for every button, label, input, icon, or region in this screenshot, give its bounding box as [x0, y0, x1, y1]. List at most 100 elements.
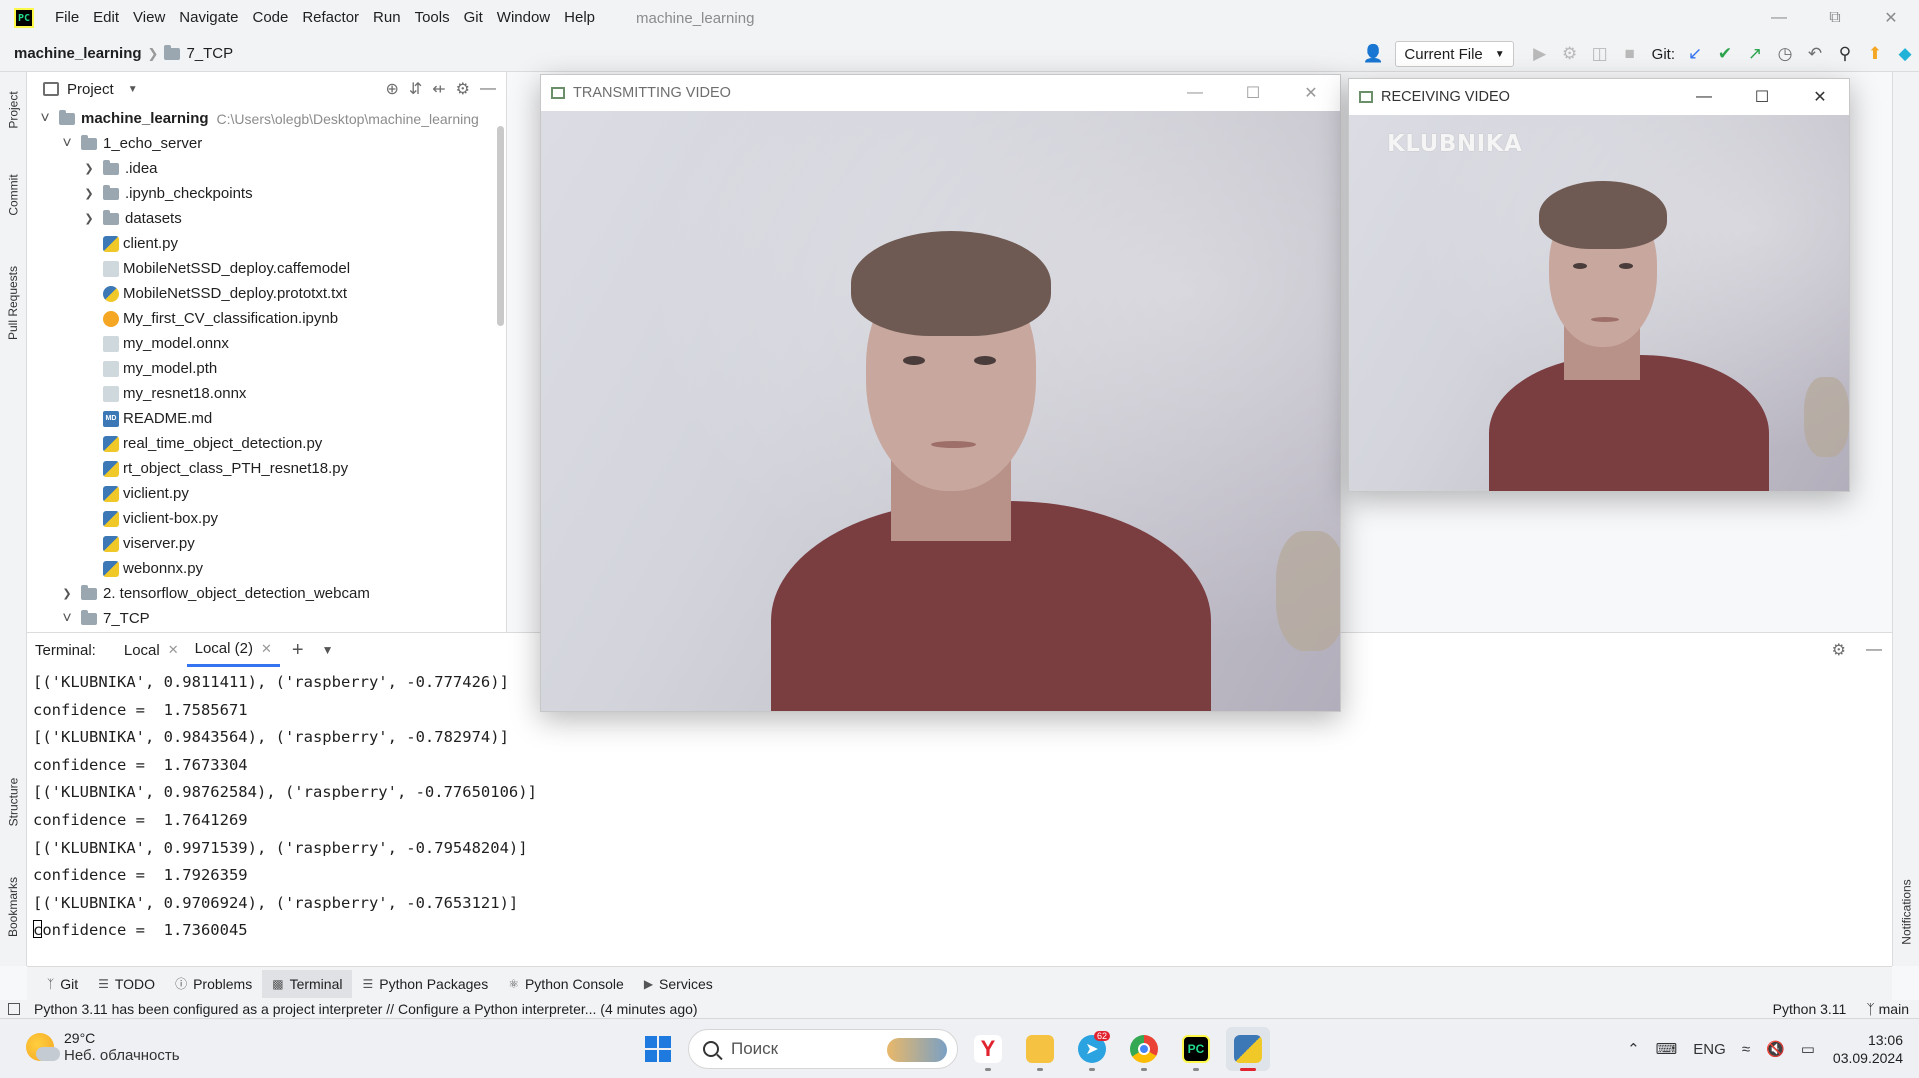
weather-widget[interactable]: 29°C Неб. облачность	[26, 1029, 180, 1065]
git-branch-widget[interactable]: ᛉ main	[1866, 1001, 1909, 1017]
tree-item[interactable]: webonnx.py	[27, 556, 506, 581]
yandex-browser-icon[interactable]: Y	[966, 1027, 1010, 1071]
tool-tab-todo[interactable]: ☰ TODO	[88, 970, 165, 998]
tool-tab-python-packages[interactable]: ☰ Python Packages	[352, 970, 498, 998]
tree-item[interactable]: MD README.md	[27, 406, 506, 431]
tree-item[interactable]: my_resnet18.onnx	[27, 381, 506, 406]
tool-window-notifications[interactable]: Notifications	[1895, 862, 1918, 962]
terminal-tab-local[interactable]: Local ✕	[116, 633, 187, 667]
file-explorer-icon[interactable]	[1018, 1027, 1062, 1071]
chevron-right-icon[interactable]: ❯	[59, 587, 75, 600]
menu-code[interactable]: Code	[245, 0, 295, 36]
receiving-window-titlebar[interactable]: RECEIVING VIDEO — ☐ ✕	[1349, 79, 1849, 115]
debug-icon[interactable]: ⚙	[1556, 40, 1584, 68]
close-icon[interactable]: ✕	[1791, 79, 1849, 115]
tree-item[interactable]: viclient.py	[27, 481, 506, 506]
tool-tab-python-console[interactable]: ⚛ Python Console	[498, 970, 634, 998]
git-update-icon[interactable]: ↙	[1681, 40, 1709, 68]
breadcrumb-root[interactable]: machine_learning	[14, 45, 142, 62]
tool-tab-terminal[interactable]: ▩ Terminal	[262, 969, 353, 998]
tree-item[interactable]: MobileNetSSD_deploy.prototxt.txt	[27, 281, 506, 306]
close-icon[interactable]: ✕	[1863, 0, 1919, 36]
menu-git[interactable]: Git	[457, 0, 490, 36]
tree-item[interactable]: rt_object_class_PTH_resnet18.py	[27, 456, 506, 481]
hide-icon[interactable]: —	[480, 80, 496, 98]
tree-item[interactable]: viserver.py	[27, 531, 506, 556]
minimize-icon[interactable]: —	[1751, 0, 1807, 36]
interpreter-widget[interactable]: Python 3.11	[1773, 1001, 1847, 1017]
expand-all-icon[interactable]: ⇵	[409, 79, 422, 99]
wifi-icon[interactable]: ≈	[1734, 1041, 1758, 1058]
tree-item[interactable]: MobileNetSSD_deploy.caffemodel	[27, 256, 506, 281]
close-icon[interactable]: ✕	[1282, 75, 1340, 111]
tool-window-commit[interactable]: Commit	[2, 160, 25, 230]
close-tab-icon[interactable]: ✕	[261, 641, 272, 657]
menu-window[interactable]: Window	[490, 0, 557, 36]
rollback-icon[interactable]: ↶	[1801, 40, 1829, 68]
transmitting-window-titlebar[interactable]: TRANSMITTING VIDEO — ☐ ✕	[541, 75, 1340, 111]
chevron-right-icon[interactable]: ❯	[81, 212, 97, 225]
tree-item[interactable]: real_time_object_detection.py	[27, 431, 506, 456]
tree-item[interactable]: viclient-box.py	[27, 506, 506, 531]
search-icon[interactable]: ⚲	[1831, 40, 1859, 68]
pycharm-icon[interactable]: PC	[1174, 1027, 1218, 1071]
chevron-down-icon[interactable]: ˅	[37, 110, 53, 128]
taskbar-search[interactable]: Поиск	[688, 1029, 958, 1069]
tool-window-pull-requests[interactable]: Pull Requests	[2, 248, 25, 358]
run-icon[interactable]: ▶	[1526, 40, 1554, 68]
breadcrumb-child[interactable]: 7_TCP	[186, 45, 233, 62]
tree-item[interactable]: ˅ 7_TCP	[27, 606, 506, 631]
language-indicator[interactable]: ENG	[1685, 1041, 1734, 1058]
run-configuration-select[interactable]: Current File ▼	[1395, 41, 1514, 67]
chevron-down-icon[interactable]: ˅	[59, 135, 75, 153]
menu-help[interactable]: Help	[557, 0, 602, 36]
collapse-all-icon[interactable]: ⇷	[432, 79, 445, 99]
battery-icon[interactable]: ▭	[1793, 1040, 1823, 1058]
tree-item[interactable]: ❯ .idea	[27, 156, 506, 181]
git-push-icon[interactable]: ↗	[1741, 40, 1769, 68]
hide-icon[interactable]: —	[1866, 641, 1882, 659]
restore-icon[interactable]: ⧉	[1807, 0, 1863, 36]
chevron-down-icon[interactable]: ▼	[322, 643, 334, 657]
update-available-icon[interactable]: ⬆	[1861, 40, 1889, 68]
maximize-icon[interactable]: ☐	[1733, 79, 1791, 115]
tree-item[interactable]: My_first_CV_classification.ipynb	[27, 306, 506, 331]
menu-view[interactable]: View	[126, 0, 172, 36]
tree-item[interactable]: ❯ datasets	[27, 206, 506, 231]
maximize-icon[interactable]: ☐	[1224, 75, 1282, 111]
tool-tab-git[interactable]: ᛉ Git	[37, 970, 88, 998]
telegram-icon[interactable]: ➤ 62	[1070, 1027, 1114, 1071]
tree-item[interactable]: ❯ .ipynb_checkpoints	[27, 181, 506, 206]
tree-item[interactable]: ˅ 1_echo_server	[27, 131, 506, 156]
tree-item[interactable]: ❯ 2. tensorflow_object_detection_webcam	[27, 581, 506, 606]
receiving-video-window[interactable]: RECEIVING VIDEO — ☐ ✕ KLUBNIKA	[1348, 78, 1850, 492]
windows-start-icon[interactable]	[636, 1027, 680, 1071]
toggle-tool-windows-icon[interactable]	[8, 1003, 20, 1015]
add-terminal-icon[interactable]: +	[292, 639, 304, 662]
tool-tab-problems[interactable]: ⓘ Problems	[165, 970, 262, 998]
project-panel-title[interactable]: Project	[67, 81, 114, 98]
jetbrains-toolbox-icon[interactable]: ◆	[1891, 40, 1919, 68]
tree-item[interactable]: ˅ machine_learning C:\Users\olegb\Desktop\…	[27, 106, 506, 131]
transmitting-video-window[interactable]: TRANSMITTING VIDEO — ☐ ✕	[540, 74, 1341, 712]
tree-scrollbar[interactable]	[497, 126, 504, 326]
tool-tab-services[interactable]: ▶ Services	[634, 970, 723, 998]
gear-icon[interactable]: ⚙	[1832, 640, 1846, 660]
clock[interactable]: 13:06 03.09.2024	[1823, 1031, 1919, 1067]
menu-edit[interactable]: Edit	[86, 0, 126, 36]
chevron-up-icon[interactable]: ⌃	[1619, 1040, 1648, 1058]
menu-tools[interactable]: Tools	[408, 0, 457, 36]
chrome-icon[interactable]	[1122, 1027, 1166, 1071]
git-commit-icon[interactable]: ✔	[1711, 40, 1739, 68]
tree-item[interactable]: my_model.pth	[27, 356, 506, 381]
gear-icon[interactable]: ⚙	[456, 79, 470, 99]
tool-window-project[interactable]: Project	[2, 80, 25, 140]
locate-icon[interactable]: ⊕	[385, 79, 398, 99]
chevron-right-icon[interactable]: ❯	[81, 162, 97, 175]
python-app-icon[interactable]	[1226, 1027, 1270, 1071]
tree-item[interactable]: client.py	[27, 231, 506, 256]
tool-window-bookmarks[interactable]: Bookmarks	[2, 862, 25, 952]
tool-window-structure[interactable]: Structure	[2, 762, 25, 842]
close-tab-icon[interactable]: ✕	[168, 642, 179, 658]
minimize-icon[interactable]: —	[1166, 75, 1224, 111]
